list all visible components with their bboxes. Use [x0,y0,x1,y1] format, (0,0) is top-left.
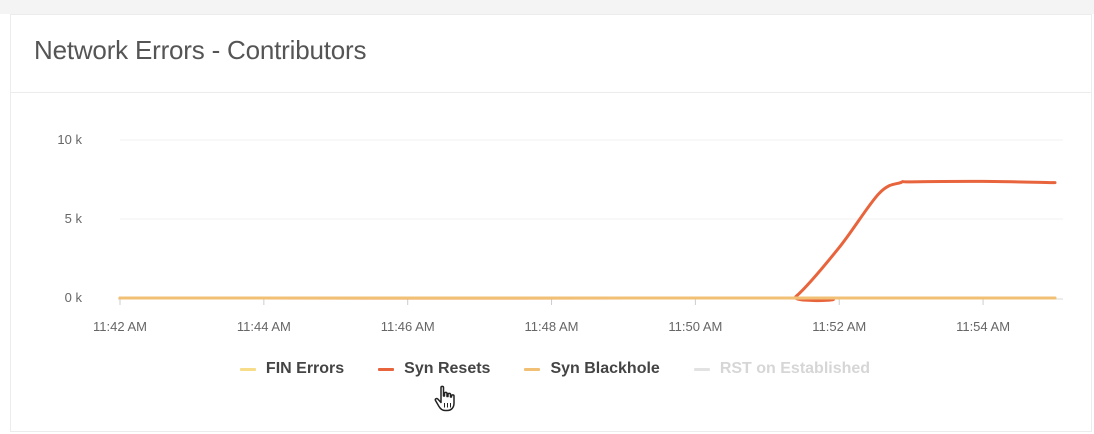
x-tick-label: 11:50 AM [668,319,722,334]
legend-label: RST on Established [719,360,871,377]
series-line-syn-resets [118,179,1057,303]
legend-swatch [378,367,395,371]
legend-item-syn-blackhole[interactable]: Syn Blackhole [524,360,660,378]
y-tick-label: 5 k [65,211,83,226]
chart-legend: FIN Errors Syn Resets Syn Blackhole RST on … [0,355,1094,383]
x-tick-label: 11:52 AM [812,319,866,334]
legend-item-syn-resets[interactable]: Syn Resets [378,360,490,378]
legend-item-rst-on-established[interactable]: RST on Established [693,360,871,378]
legend-label: Syn Resets [404,360,491,377]
legend-item-fin-errors[interactable]: FIN Errors [239,360,345,378]
x-tick-label: 11:44 AM [237,319,291,334]
legend-label: Syn Blackhole [550,360,660,377]
x-tick-label: 11:54 AM [956,319,1010,334]
y-tick-label: 0 k [65,290,83,305]
legend-swatch [524,367,541,371]
x-tick-label: 11:46 AM [381,319,435,334]
legend-swatch [693,367,710,371]
hand-cursor-icon [434,385,455,412]
y-tick-label: 10 k [57,132,82,147]
x-tick-label: 11:42 AM [93,319,147,334]
legend-label: FIN Errors [265,360,345,377]
x-tick-label: 11:48 AM [525,319,579,334]
legend-swatch [239,367,256,371]
